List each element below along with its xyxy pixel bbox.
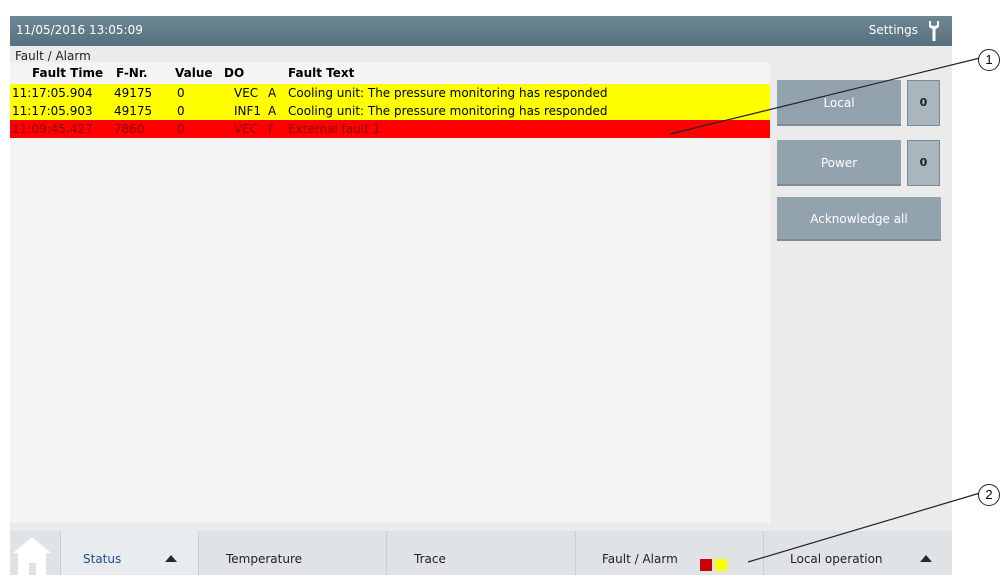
fault-row[interactable]: 11:17:05.904 49175 0 VEC A Cooling unit:…	[10, 84, 770, 102]
power-button-label: Power	[820, 156, 858, 170]
fault-text: External fault 1	[288, 122, 381, 136]
nav-trace-label: Trace	[414, 552, 446, 566]
fault-row[interactable]: 11:17:05.903 49175 0 INF1 A Cooling unit…	[10, 102, 770, 120]
settings-label[interactable]: Settings	[869, 23, 918, 37]
fault-indicator-icon	[700, 559, 712, 571]
fault-type: F	[268, 122, 275, 136]
nav-status-label: Status	[83, 552, 122, 566]
fault-type: A	[268, 86, 277, 100]
fault-table: Fault Time F-Nr. Value DO Fault Text 11:…	[10, 62, 770, 523]
power-state-button[interactable]: 0	[907, 140, 940, 186]
acknowledge-all-label: Acknowledge all	[810, 212, 908, 226]
col-fnr: F-Nr.	[116, 66, 148, 80]
title-bar: 11/05/2016 13:05:09 Settings	[10, 16, 952, 46]
fault-type: A	[268, 104, 277, 118]
nav-trace[interactable]: Trace	[387, 531, 575, 575]
drive-object: VEC	[234, 122, 259, 136]
fault-text: Cooling unit: The pressure monitoring ha…	[288, 86, 608, 100]
local-state-button[interactable]: 0	[907, 80, 940, 126]
home-icon	[13, 537, 51, 575]
fault-number: 49175	[114, 86, 153, 100]
nav-status[interactable]: Status	[61, 531, 198, 575]
home-button[interactable]	[10, 531, 60, 575]
fault-number: 7860	[114, 122, 145, 136]
fault-text: Cooling unit: The pressure monitoring ha…	[288, 104, 608, 118]
col-value: Value	[175, 66, 213, 80]
nav-temperature[interactable]: Temperature	[199, 531, 386, 575]
callout-2: 2	[978, 484, 1000, 506]
local-button-label: Local	[823, 96, 855, 110]
wrench-icon[interactable]	[926, 20, 942, 42]
nav-local-operation[interactable]: Local operation	[764, 531, 952, 575]
power-button[interactable]: Power	[777, 140, 901, 186]
local-button[interactable]: Local	[777, 80, 901, 126]
col-fault-time: Fault Time	[32, 66, 104, 80]
chevron-up-icon	[920, 555, 932, 562]
fault-value: 0	[177, 86, 185, 100]
fault-row[interactable]: 11:09:45.427 7860 0 VEC F External fault…	[10, 120, 770, 138]
hmi-panel: 11/05/2016 13:05:09 Settings Fault / Ala…	[10, 16, 952, 575]
fault-value: 0	[177, 122, 185, 136]
acknowledge-all-button[interactable]: Acknowledge all	[777, 197, 941, 241]
chevron-up-icon	[165, 555, 177, 562]
fault-time: 11:09:45.427	[12, 122, 93, 136]
nav-fault-alarm[interactable]: Fault / Alarm	[576, 531, 763, 575]
drive-object: INF1	[234, 104, 262, 118]
callout-1: 1	[978, 49, 1000, 71]
nav-local-operation-label: Local operation	[790, 552, 883, 566]
fault-number: 49175	[114, 104, 153, 118]
col-do: DO	[224, 66, 245, 80]
bottom-navigation: Status Temperature Trace Fault / Alarm L…	[10, 531, 952, 575]
fault-time: 11:17:05.904	[12, 86, 93, 100]
breadcrumb: Fault / Alarm	[15, 49, 91, 63]
drive-object: VEC	[234, 86, 259, 100]
datetime: 11/05/2016 13:05:09	[16, 23, 143, 37]
fault-time: 11:17:05.903	[12, 104, 93, 118]
col-fault-text: Fault Text	[288, 66, 355, 80]
nav-fault-alarm-label: Fault / Alarm	[602, 552, 678, 566]
nav-temperature-label: Temperature	[226, 552, 303, 566]
fault-value: 0	[177, 104, 185, 118]
alarm-indicator-icon	[715, 559, 727, 571]
